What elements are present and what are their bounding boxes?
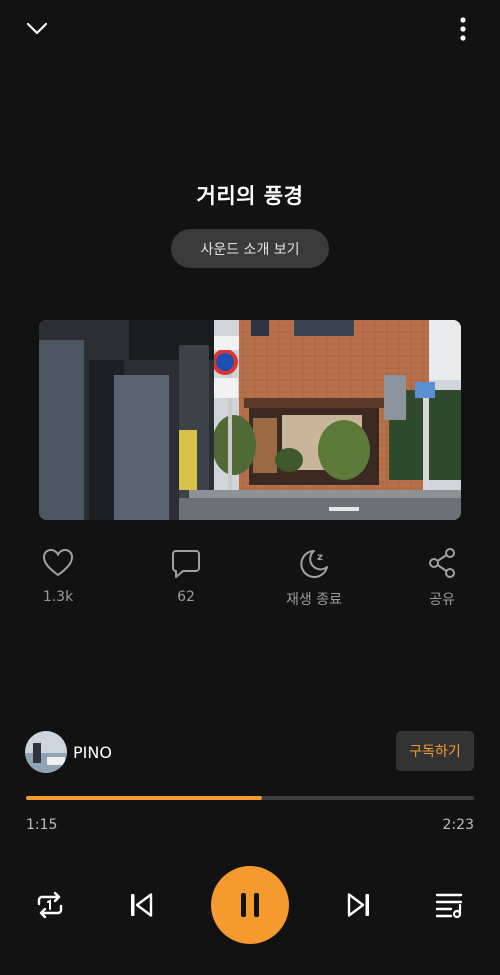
comment-count: 62: [177, 589, 195, 605]
comment-button[interactable]: 62: [131, 545, 241, 610]
comment-icon: [172, 550, 200, 578]
heart-icon: [42, 548, 74, 577]
sleep-timer-button[interactable]: z 재생 종료: [259, 545, 369, 610]
more-options-button[interactable]: [446, 12, 480, 46]
track-title: 거리의 풍경: [196, 184, 304, 208]
repeat-icon: [37, 891, 63, 919]
moon-sleep-icon: z: [300, 550, 328, 578]
pause-button[interactable]: [211, 866, 289, 944]
track-cover-image: [39, 320, 461, 520]
playback-progress-fill: [26, 796, 263, 800]
collapse-button[interactable]: [18, 12, 56, 46]
previous-icon: [131, 893, 153, 917]
playlist-icon: [435, 893, 463, 918]
share-button[interactable]: 공유: [387, 545, 497, 610]
repeat-button[interactable]: [25, 880, 75, 930]
svg-text:z: z: [317, 552, 323, 563]
like-count: 1.3k: [42, 589, 74, 605]
current-time: 1:15: [26, 817, 58, 833]
pause-icon: [241, 893, 259, 917]
sleep-timer-label: 재생 종료: [286, 592, 342, 608]
sound-intro-button[interactable]: 사운드 소개 보기: [171, 229, 329, 268]
channel-avatar[interactable]: [25, 731, 67, 773]
playlist-button[interactable]: [425, 880, 475, 930]
share-label: 공유: [429, 592, 455, 608]
subscribe-button[interactable]: 구독하기: [396, 731, 474, 771]
channel-name: PINO: [73, 742, 112, 762]
channel-info[interactable]: PINO: [25, 731, 112, 773]
previous-button[interactable]: [116, 880, 166, 930]
next-icon: [347, 893, 369, 917]
next-button[interactable]: [334, 880, 384, 930]
chevron-down-icon: [26, 22, 48, 35]
total-time: 2:23: [442, 817, 474, 833]
like-button[interactable]: 1.3k: [3, 545, 113, 610]
share-icon: [429, 548, 455, 578]
playback-progress-bar[interactable]: [26, 796, 474, 800]
more-vertical-icon: [460, 17, 466, 41]
